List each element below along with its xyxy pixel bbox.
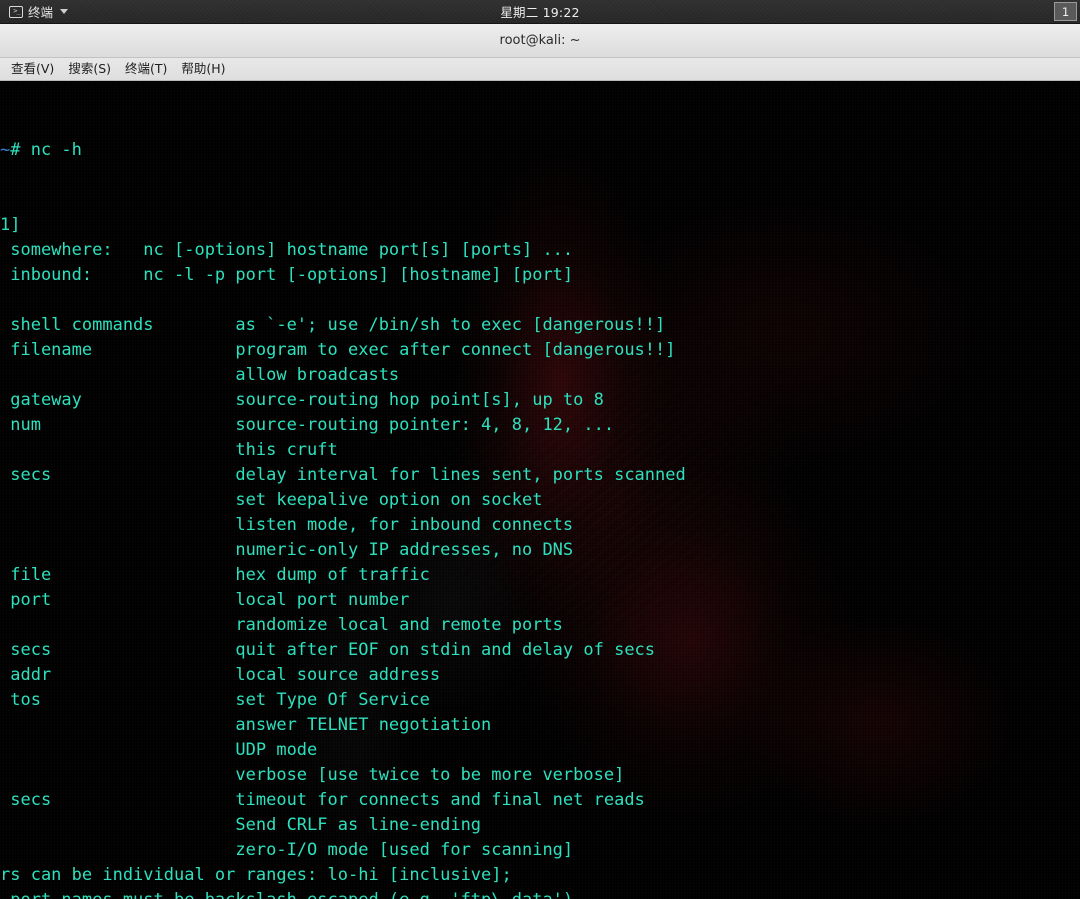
terminal-line: secs timeout for connects and final net … bbox=[0, 790, 645, 810]
terminal-line: randomize local and remote ports bbox=[0, 615, 563, 635]
terminal-line: gateway source-routing hop point[s], up … bbox=[0, 390, 604, 410]
terminal-line: secs delay interval for lines sent, port… bbox=[0, 465, 686, 485]
terminal-line: allow broadcasts bbox=[0, 365, 400, 385]
terminal-line: 1] bbox=[0, 215, 21, 235]
menu-item-terminal[interactable]: 终端(T) bbox=[118, 61, 174, 78]
terminal-line: numeric-only IP addresses, no DNS bbox=[0, 540, 574, 560]
terminal-line: tos set Type Of Service bbox=[0, 690, 430, 710]
prompt-command: # nc -h bbox=[10, 140, 82, 160]
terminal-line: shell commands as `-e'; use /bin/sh to e… bbox=[0, 315, 666, 335]
chevron-down-icon[interactable] bbox=[60, 9, 69, 14]
menu-item-help[interactable]: 帮助(H) bbox=[174, 61, 232, 78]
terminal-line: this cruft bbox=[0, 440, 338, 460]
xfce-top-panel: >_ 终端 星期二 19:22 1 bbox=[0, 0, 1080, 24]
terminal-line: addr local source address bbox=[0, 665, 441, 685]
terminal-output: ~# nc -h 1] somewhere: nc [-options] hos… bbox=[0, 82, 1080, 899]
terminal-line: somewhere: nc [-options] hostname port[s… bbox=[0, 240, 574, 260]
terminal-line: listen mode, for inbound connects bbox=[0, 515, 574, 535]
terminal-line: inbound: nc -l -p port [-options] [hostn… bbox=[0, 265, 574, 285]
terminal-prompt-line-first: ~# nc -h bbox=[0, 138, 1080, 163]
workspace-number: 1 bbox=[1061, 4, 1070, 19]
terminal-line: rs can be individual or ranges: lo-hi [i… bbox=[0, 865, 512, 885]
terminal-screen[interactable]: ~# nc -h 1] somewhere: nc [-options] hos… bbox=[0, 82, 1080, 899]
panel-clock: 星期二 19:22 bbox=[500, 5, 580, 20]
terminal-line: secs quit after EOF on stdin and delay o… bbox=[0, 640, 656, 660]
menu-item-search[interactable]: 搜索(S) bbox=[61, 61, 118, 78]
terminal-output-lines: 1] somewhere: nc [-options] hostname por… bbox=[0, 213, 1080, 899]
terminal-line: file hex dump of traffic bbox=[0, 565, 430, 585]
terminal-line: port local port number bbox=[0, 590, 410, 610]
window-titlebar[interactable]: root@kali: ~ bbox=[0, 24, 1080, 58]
taskbar-button-terminal[interactable]: >_ 终端 bbox=[6, 2, 74, 22]
terminal-line: Send CRLF as line-ending bbox=[0, 815, 482, 835]
menu-bar: 查看(V) 搜索(S) 终端(T) 帮助(H) bbox=[0, 58, 1080, 81]
terminal-line: verbose [use twice to be more verbose] bbox=[0, 765, 625, 785]
taskbar-button-label: 终端 bbox=[28, 5, 54, 20]
window-title: root@kali: ~ bbox=[499, 33, 581, 48]
menu-item-view[interactable]: 查看(V) bbox=[4, 61, 61, 78]
terminal-line: set keepalive option on socket bbox=[0, 490, 543, 510]
workspace-switcher[interactable]: 1 bbox=[1054, 2, 1077, 21]
terminal-window: root@kali: ~ 查看(V) 搜索(S) 终端(T) 帮助(H) ~# … bbox=[0, 24, 1080, 899]
terminal-line: filename program to exec after connect [… bbox=[0, 340, 676, 360]
terminal-icon: >_ bbox=[9, 5, 23, 18]
terminal-line: port names must be backslash escaped (e.… bbox=[0, 888, 1080, 899]
terminal-line: answer TELNET negotiation bbox=[0, 715, 492, 735]
terminal-line: UDP mode bbox=[0, 740, 318, 760]
terminal-line: num source-routing pointer: 4, 8, 12, ..… bbox=[0, 415, 615, 435]
prompt-tilde: ~ bbox=[0, 140, 11, 160]
terminal-line: zero-I/O mode [used for scanning] bbox=[0, 840, 574, 860]
